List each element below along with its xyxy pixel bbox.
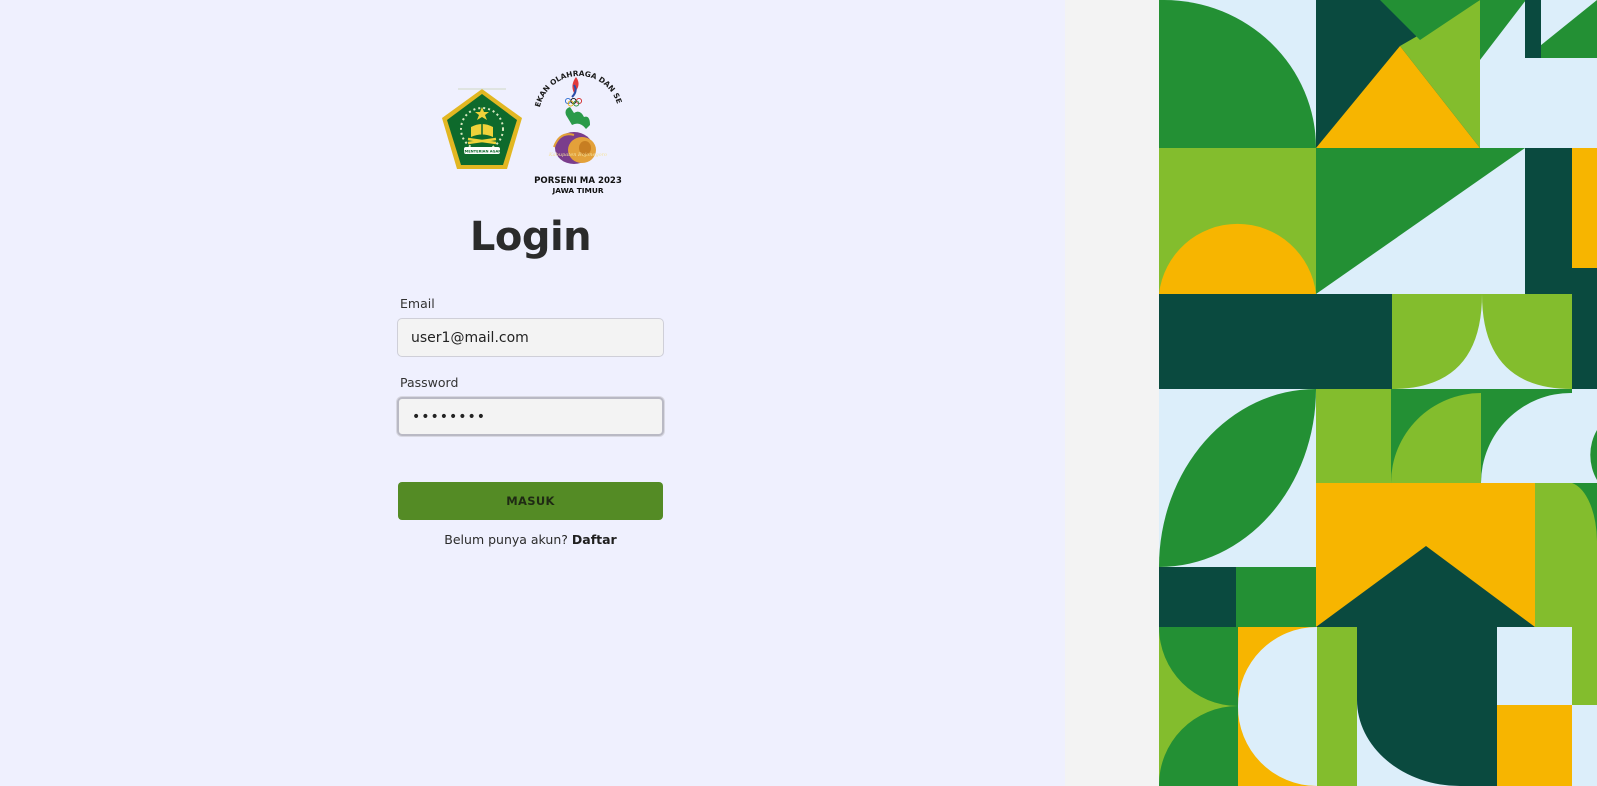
email-label: Email bbox=[400, 296, 435, 311]
login-submit-button[interactable]: MASUK bbox=[398, 482, 663, 520]
register-prompt: Belum punya akun? bbox=[444, 532, 568, 547]
kemenag-caption: KEMENTERIAN AGAMA bbox=[459, 150, 504, 154]
porseni-title-line2: JAWA TIMUR bbox=[551, 186, 603, 195]
register-prompt-line: Belum punya akun? Daftar bbox=[0, 532, 1061, 547]
decorative-pattern bbox=[1159, 0, 1597, 786]
register-link[interactable]: Daftar bbox=[572, 532, 617, 547]
kemenag-emblem-icon: KEMENTERIAN AGAMA bbox=[442, 88, 522, 169]
geometric-pattern-image bbox=[1159, 0, 1597, 786]
logo-group: KEMENTERIAN AGAMA PEKAN OLAHRAGA DAN SEN… bbox=[438, 55, 628, 200]
login-panel: KEMENTERIAN AGAMA PEKAN OLAHRAGA DAN SEN… bbox=[0, 0, 1065, 786]
password-label: Password bbox=[400, 375, 459, 390]
password-field[interactable] bbox=[397, 397, 664, 436]
login-form: Email Password bbox=[397, 296, 664, 436]
email-field[interactable] bbox=[397, 318, 664, 357]
divider-strip bbox=[1065, 0, 1159, 786]
porseni-script-text: Kabupaten Bojonegoro bbox=[548, 152, 607, 158]
porseni-title-line1: PORSENI MA 2023 bbox=[534, 176, 622, 186]
porseni-logo-icon: PEKAN OLAHRAGA DAN SENI Kabupaten Bojone… bbox=[530, 55, 624, 195]
page-title: Login bbox=[469, 214, 592, 260]
